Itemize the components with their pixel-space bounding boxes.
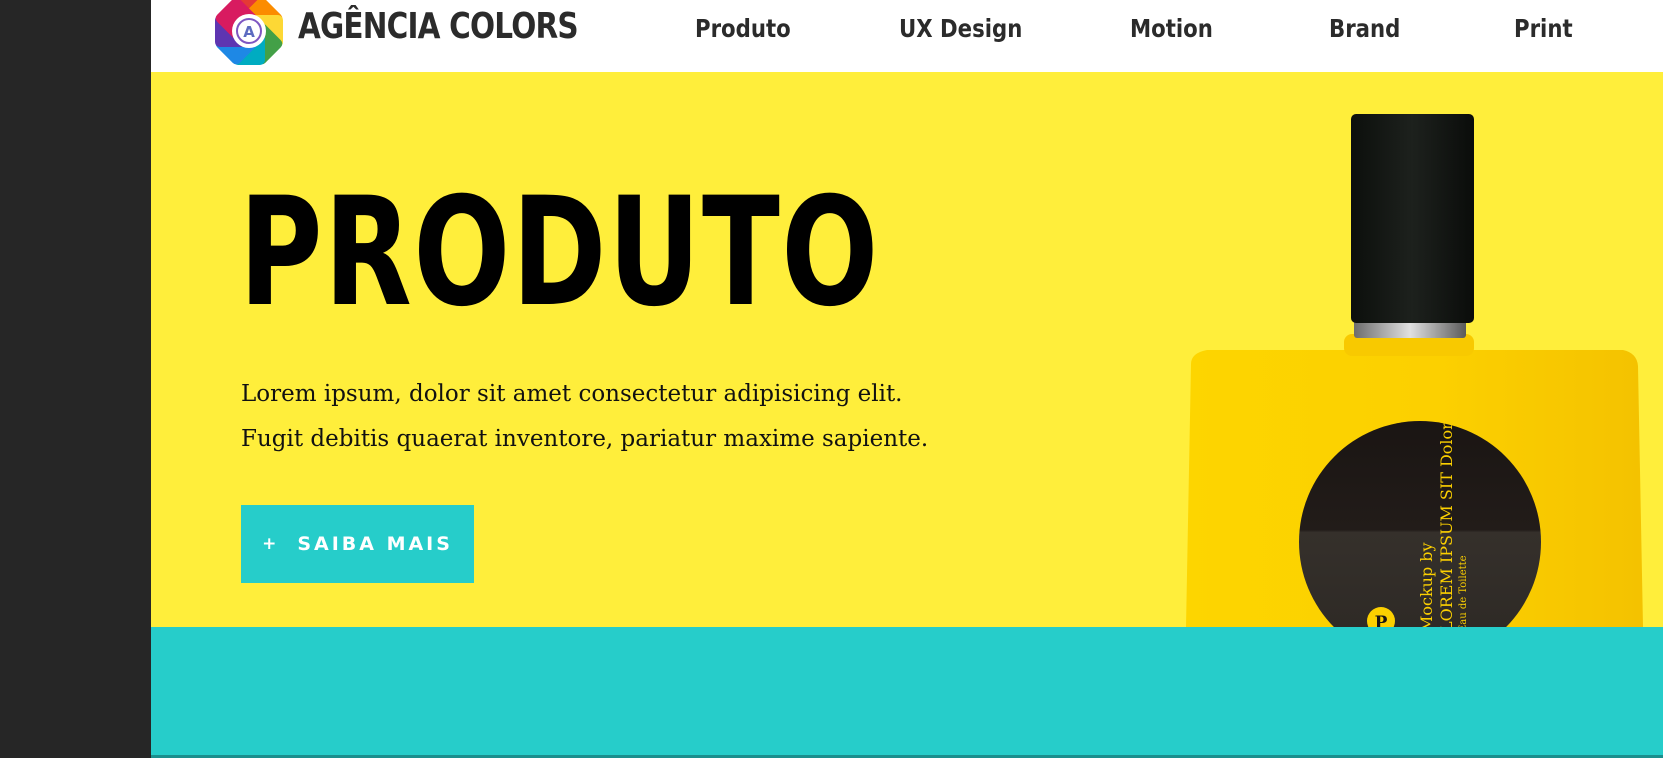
plus-icon: + bbox=[262, 534, 280, 554]
saiba-mais-button[interactable]: + SAIBA MAIS bbox=[241, 505, 474, 583]
page: A AGÊNCIA COLORS Produto UX Design Motio… bbox=[151, 0, 1663, 758]
svg-text:Mockup by: Mockup by bbox=[1417, 542, 1436, 627]
hero-description: Lorem ipsum, dolor sit amet consectetur … bbox=[241, 381, 929, 452]
nav-item-ux-design[interactable]: UX Design bbox=[899, 14, 1022, 43]
svg-text:P: P bbox=[1375, 613, 1388, 627]
nav-item-print[interactable]: Print bbox=[1514, 14, 1573, 43]
hero-section: PRODUTO Lorem ipsum, dolor sit amet cons… bbox=[151, 72, 1663, 627]
hero-title: PRODUTO bbox=[239, 166, 880, 340]
site-header: A AGÊNCIA COLORS Produto UX Design Motio… bbox=[151, 0, 1663, 72]
svg-text:LOREM IPSUM SIT Dolor: LOREM IPSUM SIT Dolor bbox=[1437, 422, 1456, 627]
nav-item-motion[interactable]: Motion bbox=[1130, 14, 1213, 43]
nav-item-produto[interactable]: Produto bbox=[695, 14, 791, 43]
perfume-bottle-image: P Mockup by LOREM IPSUM SIT Dolor Eau de… bbox=[1186, 114, 1643, 627]
main-nav: Produto UX Design Motion Brand Print bbox=[151, 14, 1663, 50]
nav-item-brand[interactable]: Brand bbox=[1329, 14, 1400, 43]
teal-section bbox=[151, 627, 1663, 758]
saiba-mais-label: SAIBA MAIS bbox=[297, 533, 453, 555]
svg-text:Eau de Toilette: Eau de Toilette bbox=[1458, 555, 1469, 627]
left-side-panel bbox=[0, 0, 151, 758]
